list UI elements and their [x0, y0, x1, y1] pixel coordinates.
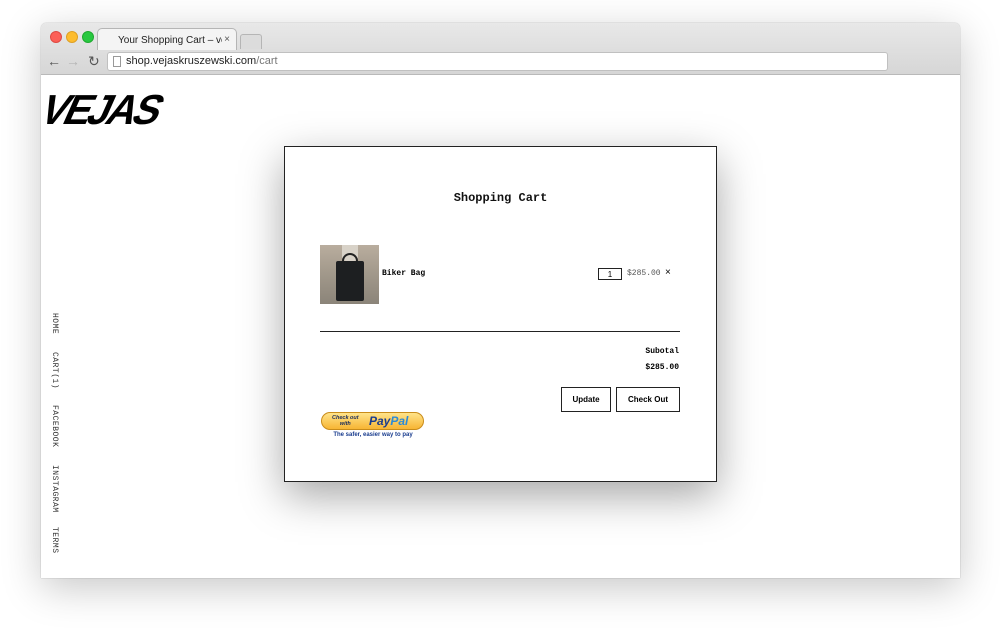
back-arrow-icon[interactable]: ←: [47, 53, 61, 69]
nav-cart-link[interactable]: CART(1): [50, 352, 59, 389]
paypal-checkout-text: Check out with: [332, 415, 359, 427]
minimize-window-button[interactable]: [66, 31, 78, 43]
browser-chrome: Your Shopping Cart – vejas × ← → ↻ shop.…: [41, 23, 960, 75]
browser-window: Your Shopping Cart – vejas × ← → ↻ shop.…: [41, 23, 960, 578]
maximize-window-button[interactable]: [82, 31, 94, 43]
product-name[interactable]: Biker Bag: [382, 269, 425, 278]
nav-instagram-link[interactable]: INSTAGRAM: [50, 465, 59, 513]
paypal-tagline: The safer, easier way to pay: [333, 432, 413, 438]
nav-home-link[interactable]: HOME: [50, 313, 59, 334]
url-path: /cart: [256, 55, 278, 67]
cart-modal: Shopping Cart Biker Bag $285.00 × Subota…: [284, 146, 717, 482]
remove-item-icon[interactable]: ×: [665, 267, 671, 278]
tab-close-icon[interactable]: ×: [224, 34, 230, 45]
reload-icon[interactable]: ↻: [88, 53, 100, 69]
subtotal-label: Subotal: [645, 347, 679, 356]
nav-terms-link[interactable]: TERMS: [50, 527, 59, 554]
browser-tab[interactable]: Your Shopping Cart – vejas ×: [97, 28, 237, 50]
page-icon: [113, 56, 121, 67]
forward-arrow-icon[interactable]: →: [66, 53, 80, 69]
product-thumbnail[interactable]: [320, 245, 379, 304]
divider: [320, 331, 680, 332]
paypal-logo: PayPal: [369, 414, 409, 428]
url-host: shop.vejaskruszewski.com: [126, 55, 257, 67]
site-logo[interactable]: VEJAS: [41, 87, 169, 134]
address-bar[interactable]: shop.vejaskruszewski.com/cart: [107, 52, 888, 71]
page-viewport: VEJAS HOME CART(1) FACEBOOK INSTAGRAM TE…: [41, 75, 960, 578]
quantity-input[interactable]: [598, 268, 622, 280]
tab-title: Your Shopping Cart – vejas: [118, 35, 222, 46]
new-tab-button[interactable]: [240, 34, 262, 49]
cart-title: Shopping Cart: [453, 191, 548, 205]
checkout-button[interactable]: Check Out: [616, 387, 680, 412]
update-button[interactable]: Update: [561, 387, 611, 412]
product-price: $285.00: [627, 269, 661, 278]
subtotal-value: $285.00: [645, 363, 679, 372]
paypal-button[interactable]: Check out with PayPal: [321, 412, 424, 430]
nav-facebook-link[interactable]: FACEBOOK: [50, 405, 59, 447]
paypal-checkout[interactable]: Check out with PayPal The safer, easier w…: [321, 412, 425, 438]
close-window-button[interactable]: [50, 31, 62, 43]
